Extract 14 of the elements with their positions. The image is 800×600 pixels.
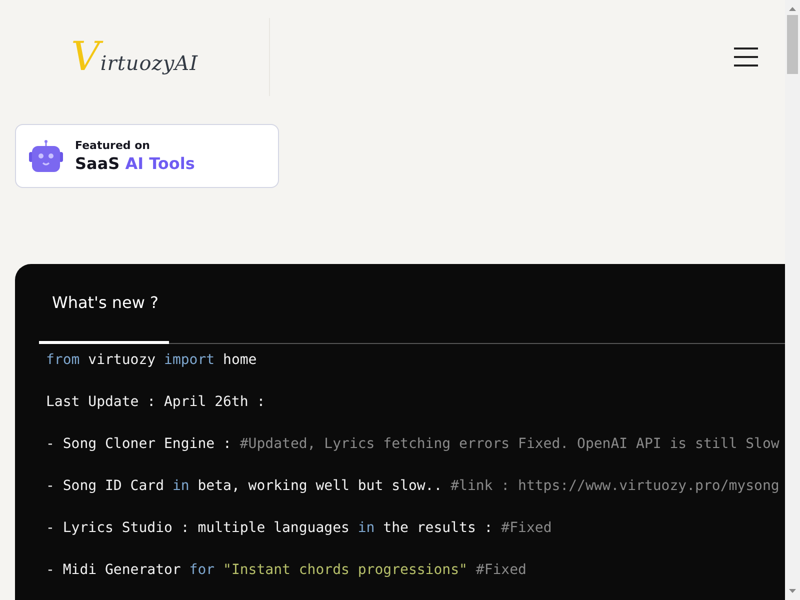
code-line: - Song Cloner Engine : #Updated, Lyrics fetching errors Fixed. OpenAI API is still Slow bbox=[46, 436, 780, 453]
code-line: Last Update : April 26th : bbox=[46, 394, 266, 411]
robot-icon bbox=[29, 139, 63, 173]
tab[interactable]: What's new ? bbox=[39, 264, 169, 344]
menu-icon[interactable] bbox=[734, 47, 758, 67]
scrollbar[interactable] bbox=[785, 0, 800, 600]
code-line: - Midi Generator for "Instant chords progressions" #Fixed bbox=[46, 562, 526, 579]
code-line: - Lyrics Studio : multiple languages in the results : #Fixed bbox=[46, 520, 552, 537]
badge-caption: Featured on bbox=[75, 139, 152, 152]
code-line: - Song ID Card in beta, working well but slow.. #link : https://www.virtuozy.pro/mysong bbox=[46, 478, 780, 495]
logo: VirtuozyAI bbox=[71, 34, 198, 80]
featured-badge[interactable]: Featured on SaaS AI Tools bbox=[15, 124, 279, 188]
badge-title: SaaS AI Tools bbox=[75, 154, 195, 173]
code-line: from virtuozy import home bbox=[46, 352, 257, 369]
